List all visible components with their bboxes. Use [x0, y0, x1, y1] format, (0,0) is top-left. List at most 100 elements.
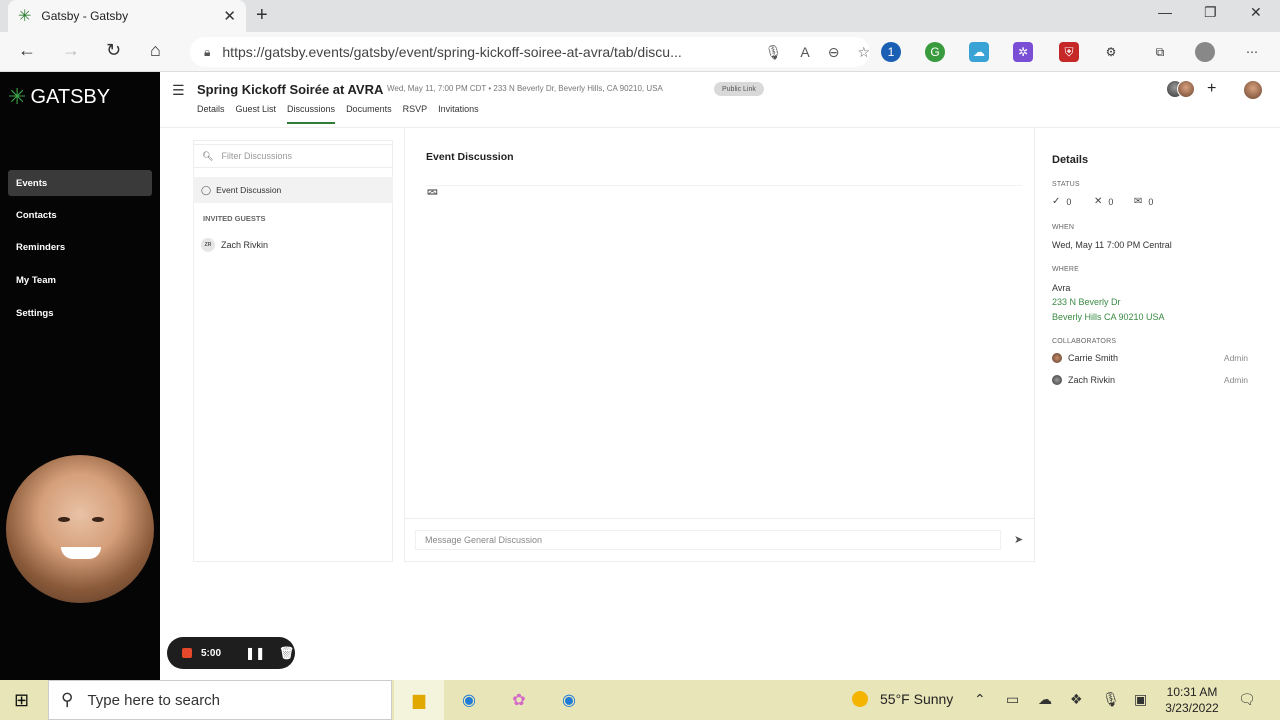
webcam-overlay: [6, 455, 154, 603]
collaborator-row[interactable]: Zach Rivkin Admin: [1052, 375, 1248, 385]
sidebar-item-contacts[interactable]: Contacts: [8, 202, 152, 228]
chat-bubble-icon: ◯: [201, 184, 212, 195]
shield-extension-icon[interactable]: ⛨: [1059, 42, 1079, 62]
windows-start-icon[interactable]: ⊞: [14, 690, 29, 711]
sidebar-item-my-team[interactable]: My Team: [8, 267, 152, 293]
event-tabs: Details Guest List Discussions Documents…: [197, 104, 490, 124]
discussion-divider: [426, 185, 1022, 186]
sidebar-item-reminders[interactable]: Reminders: [8, 234, 152, 260]
refresh-icon[interactable]: ↻: [106, 40, 121, 61]
microphone-icon[interactable]: 🎙︎: [765, 44, 783, 61]
tab-title: Gatsby - Gatsby: [41, 9, 129, 23]
collaborator-row[interactable]: Carrie Smith Admin: [1052, 353, 1248, 363]
home-icon[interactable]: ⌂: [150, 40, 161, 61]
x-icon: ✕: [1094, 196, 1103, 207]
tab-rsvp[interactable]: RSVP: [403, 104, 428, 124]
window-close-icon[interactable]: ✕: [1250, 4, 1262, 21]
onedrive-icon[interactable]: ☁: [1038, 691, 1052, 708]
app-pinned-icon[interactable]: ✿: [506, 688, 532, 712]
stop-record-icon[interactable]: [182, 648, 192, 658]
search-icon: 🔍︎: [202, 150, 214, 161]
dropbox-icon[interactable]: ❖: [1070, 691, 1083, 708]
edge-icon[interactable]: ◉: [556, 688, 582, 712]
tray-chevron-icon[interactable]: ⌃: [974, 691, 986, 708]
when-label: WHEN: [1052, 224, 1075, 231]
sun-icon: [852, 691, 868, 707]
sidebar-item-events[interactable]: Events: [8, 170, 152, 196]
tab-documents[interactable]: Documents: [346, 104, 392, 124]
tab-guest-list[interactable]: Guest List: [236, 104, 277, 124]
password-manager-icon[interactable]: 1: [881, 42, 901, 62]
discussion-thread-panel: [404, 128, 1035, 562]
status-label: STATUS: [1052, 181, 1080, 188]
zoom-icon[interactable]: ⊖: [828, 44, 840, 61]
more-menu-icon[interactable]: ⋯: [1242, 42, 1262, 62]
when-value: Wed, May 11 7:00 PM Central: [1052, 240, 1172, 250]
cloud-extension-icon[interactable]: ☁: [969, 42, 989, 62]
hamburger-menu-icon[interactable]: ☰: [172, 82, 185, 99]
trash-icon[interactable]: 🗑︎: [279, 646, 294, 660]
collaborator-avatars[interactable]: [1166, 80, 1195, 103]
microphone-icon[interactable]: 🎙︎: [1102, 691, 1120, 708]
discussion-list-panel: [193, 140, 393, 562]
close-tab-icon[interactable]: ✕: [223, 7, 236, 25]
tab-invitations[interactable]: Invitations: [438, 104, 479, 124]
restore-icon[interactable]: ❐: [1204, 4, 1217, 21]
new-tab-icon[interactable]: +: [256, 4, 268, 27]
forward-icon[interactable]: →: [62, 40, 80, 61]
search-icon: ⚲: [61, 690, 74, 709]
mail-icon: ✉: [1134, 196, 1143, 207]
favorite-icon[interactable]: ☆: [857, 44, 870, 61]
discussion-item-event[interactable]: ◯ Event Discussion: [193, 177, 393, 203]
sidebar-item-settings[interactable]: Settings: [8, 300, 152, 326]
filter-discussions-input[interactable]: 🔍︎ Filter Discussions: [193, 144, 393, 168]
back-icon[interactable]: ←: [18, 40, 36, 61]
avatar: [1052, 375, 1062, 385]
notifications-icon[interactable]: 🗨︎: [1238, 691, 1256, 708]
weather-widget[interactable]: 55°F Sunny: [852, 691, 953, 707]
file-explorer-icon[interactable]: ▆: [406, 688, 432, 712]
url-text: https://gatsby.events/gatsby/event/sprin…: [222, 44, 682, 60]
avatar: [1177, 80, 1195, 98]
profile-avatar-icon[interactable]: [1195, 42, 1215, 62]
discussion-title: Event Discussion: [426, 151, 514, 163]
guest-initials: ZR: [201, 238, 215, 252]
where-label: WHERE: [1052, 266, 1080, 273]
guest-name: Zach Rivkin: [221, 240, 269, 250]
address-bar[interactable]: 🔒︎ https://gatsby.events/gatsby/event/sp…: [190, 37, 870, 67]
address-line1-link[interactable]: 233 N Beverly Dr: [1052, 297, 1121, 307]
gatsby-star-icon: ✳: [8, 84, 27, 109]
message-input[interactable]: Message General Discussion: [415, 530, 1001, 550]
tab-discussions[interactable]: Discussions: [287, 104, 336, 124]
browser-tab[interactable]: ✳ Gatsby - Gatsby ✕: [8, 0, 246, 32]
tab-details[interactable]: Details: [197, 104, 225, 124]
recording-timer: 5:00: [201, 647, 222, 659]
event-meta: Wed, May 11, 7:00 PM CDT • 233 N Beverly…: [387, 84, 663, 93]
windows-taskbar: ⊞ ⚲ Type here to search ▆ ◉ ✿ ◉ 55°F Sun…: [0, 680, 1280, 720]
taskbar-clock[interactable]: 10:31 AM 3/23/2022: [1150, 684, 1234, 716]
edge-icon[interactable]: ◉: [456, 688, 482, 712]
address-line2-link[interactable]: Beverly Hills CA 90210 USA: [1052, 312, 1165, 322]
extensions-icon[interactable]: ⚙: [1101, 42, 1121, 62]
grammar-extension-icon[interactable]: G: [925, 42, 945, 62]
filter-placeholder: Filter Discussions: [221, 151, 292, 161]
add-collaborator-icon[interactable]: +: [1207, 80, 1216, 98]
user-avatar[interactable]: [1243, 80, 1263, 105]
status-pending: ✉ 0: [1134, 196, 1154, 207]
meet-icon[interactable]: ▭: [1006, 691, 1019, 708]
read-aloud-icon[interactable]: A: [800, 44, 809, 60]
asterisk-extension-icon[interactable]: ✲: [1013, 42, 1033, 62]
lock-icon: 🔒︎: [204, 44, 211, 59]
minimize-icon[interactable]: —: [1158, 4, 1172, 20]
venue-name: Avra: [1052, 283, 1071, 293]
gatsby-logo[interactable]: ✳ GATSBY: [8, 84, 110, 110]
logo-text: GATSBY: [30, 85, 111, 108]
status-accepted: ✓ 0: [1052, 196, 1072, 207]
public-link-badge[interactable]: Public Link: [714, 82, 764, 96]
pause-icon[interactable]: ❚❚: [245, 646, 265, 660]
taskbar-search[interactable]: ⚲ Type here to search: [48, 680, 392, 720]
collections-icon[interactable]: ⧉: [1150, 42, 1170, 62]
send-icon[interactable]: ➤: [1014, 533, 1023, 546]
network-icon[interactable]: ▣: [1134, 691, 1147, 708]
guest-item[interactable]: ZR Zach Rivkin: [201, 238, 268, 252]
